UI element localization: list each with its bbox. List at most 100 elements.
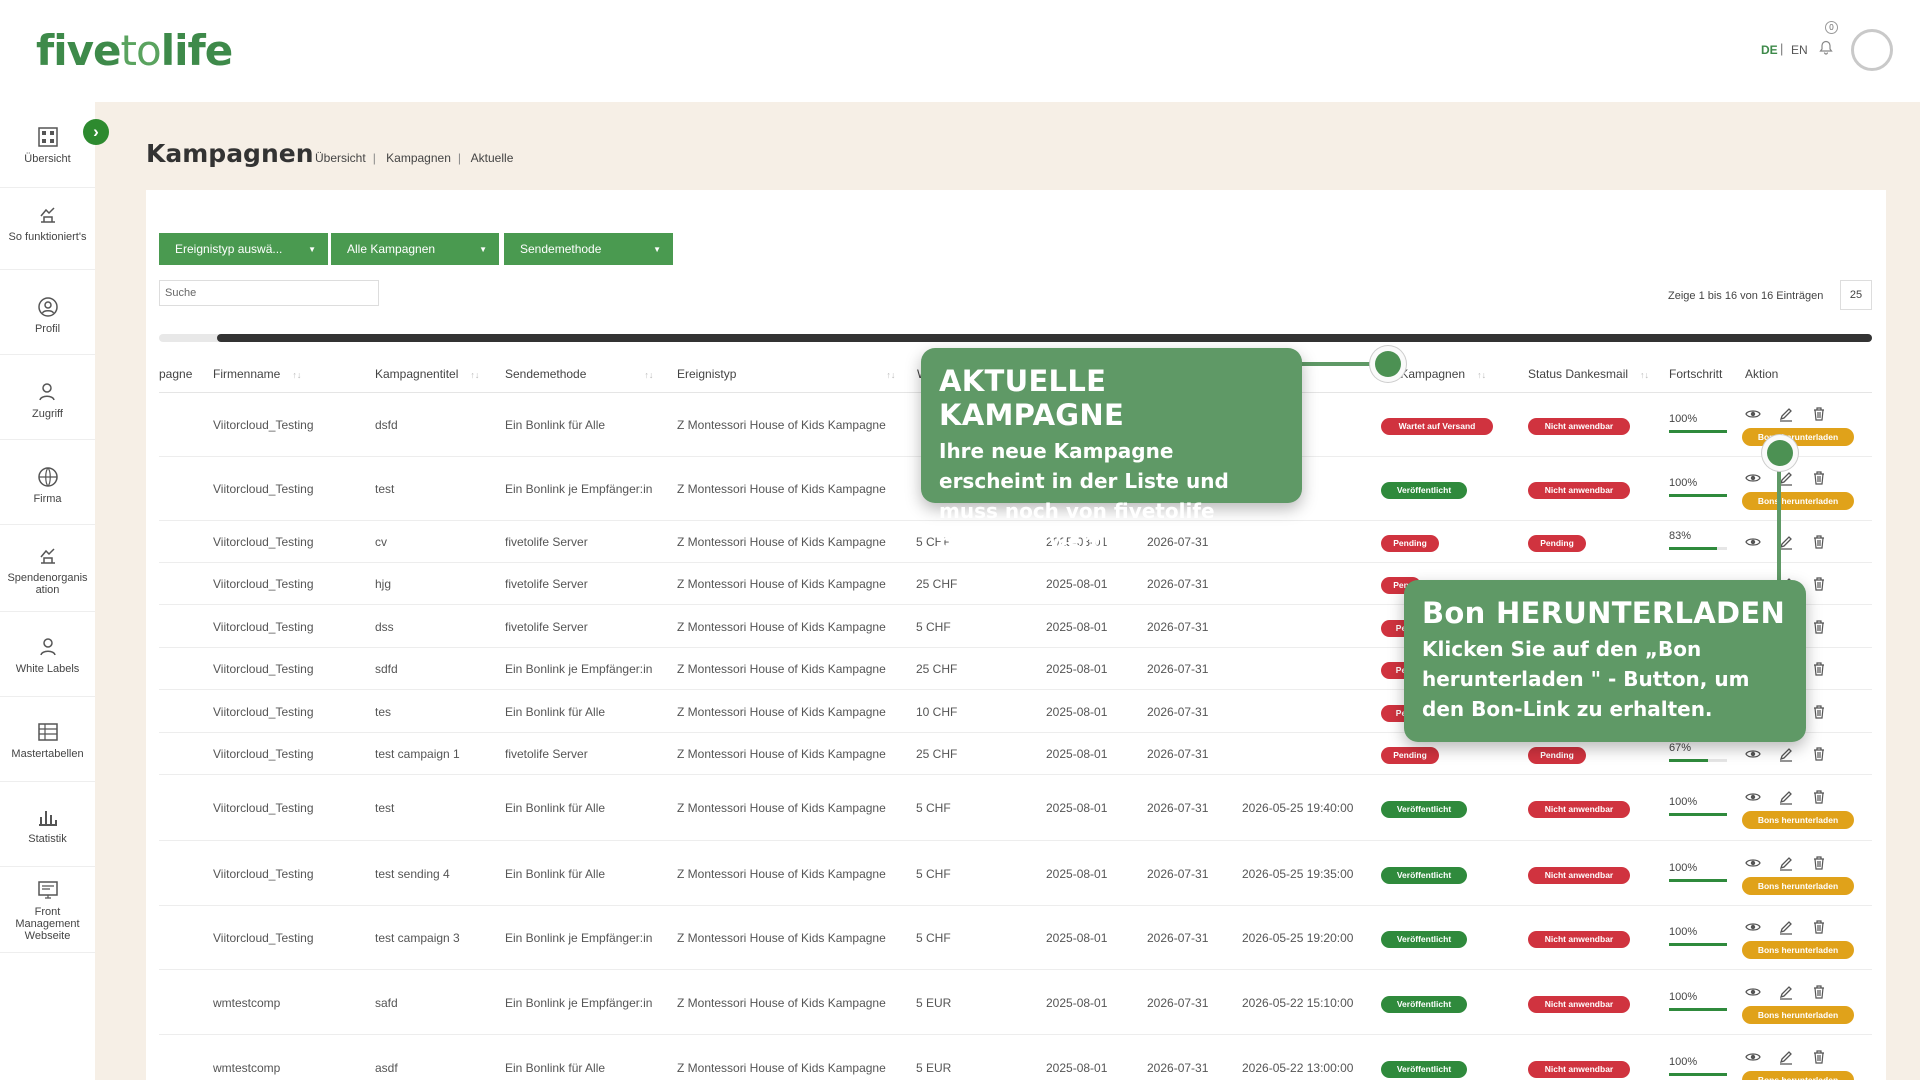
- eye-icon[interactable]: [1745, 919, 1761, 935]
- eye-icon[interactable]: [1745, 534, 1761, 550]
- trash-icon[interactable]: [1811, 661, 1827, 677]
- trash-icon[interactable]: [1811, 984, 1827, 1000]
- edit-icon[interactable]: [1778, 746, 1794, 762]
- download-bons-button[interactable]: Bons herunterladen: [1742, 1071, 1854, 1080]
- download-bons-button[interactable]: Bons herunterladen: [1742, 811, 1854, 829]
- user-avatar[interactable]: [1851, 29, 1893, 71]
- col-header[interactable]: Kampagnentitel ↑↓: [375, 367, 479, 381]
- trash-icon[interactable]: [1811, 919, 1827, 935]
- col-header[interactable]: Status Dankesmail ↑↓: [1528, 367, 1649, 381]
- caret-down-icon: ▼: [308, 245, 316, 254]
- cell-method: Ein Bonlink für Alle: [505, 418, 606, 432]
- col-header[interactable]: Sendemethode ↑↓: [505, 367, 653, 381]
- page-title: Kampagnen: [146, 139, 314, 168]
- download-bons-button[interactable]: Bons herunterladen: [1742, 877, 1854, 895]
- sidebar-item-firma[interactable]: Firma: [0, 440, 95, 525]
- cell-end: 2026-07-31: [1147, 996, 1209, 1010]
- sidebar-item-front-management[interactable]: Front Management Webseite: [0, 867, 95, 953]
- eye-icon[interactable]: [1745, 470, 1761, 486]
- website-icon: [37, 881, 58, 899]
- edit-icon[interactable]: [1778, 855, 1794, 871]
- sidebar-item-profil[interactable]: Profil: [0, 270, 95, 355]
- eye-icon[interactable]: [1745, 1049, 1761, 1065]
- cell-event: Z Montessori House of Kids Kampagne: [677, 418, 886, 432]
- breadcrumb-item[interactable]: Kampagnen: [386, 151, 451, 165]
- sidebar-item-zugriff[interactable]: Zugriff: [0, 355, 95, 440]
- trash-icon[interactable]: [1811, 855, 1827, 871]
- eye-icon[interactable]: [1745, 855, 1761, 871]
- cell-start: 2025-08-01: [1046, 996, 1108, 1010]
- cell-value: 5 CHF: [916, 867, 951, 881]
- scrollbar-thumb[interactable]: [217, 334, 1872, 342]
- table-row: Viitorcloud_Testing test sending 4 Ein Bon…: [159, 841, 1872, 906]
- trash-icon[interactable]: [1811, 406, 1827, 422]
- cell-firm: Viitorcloud_Testing: [213, 867, 314, 881]
- cell-start: 2025-08-01: [1046, 662, 1108, 676]
- col-header[interactable]: Fortschritt: [1669, 367, 1722, 381]
- sidebar-item-statistik[interactable]: Statistik: [0, 782, 95, 867]
- eye-icon[interactable]: [1745, 406, 1761, 422]
- eye-icon[interactable]: [1745, 984, 1761, 1000]
- eye-icon[interactable]: [1745, 789, 1761, 805]
- trash-icon[interactable]: [1811, 619, 1827, 635]
- brand-logo[interactable]: fivetolife: [36, 26, 233, 75]
- edit-icon[interactable]: [1778, 984, 1794, 1000]
- edit-icon-glyph: [1779, 748, 1792, 762]
- eye-icon[interactable]: [1745, 746, 1761, 762]
- cell-title: safd: [375, 996, 398, 1010]
- col-header[interactable]: Ereignistyp ↑↓: [677, 367, 895, 381]
- trash-icon[interactable]: [1811, 746, 1827, 762]
- eye-icon-glyph: [1745, 750, 1761, 758]
- cell-value: 10 CHF: [916, 705, 958, 719]
- col-header[interactable]: pagne: [159, 367, 192, 381]
- trash-icon-glyph: [1814, 856, 1824, 870]
- cell-method: Ein Bonlink für Alle: [505, 867, 606, 881]
- trash-icon[interactable]: [1811, 470, 1827, 486]
- bell-icon[interactable]: [1818, 40, 1834, 56]
- campaign-status-badge: Veröffentlicht: [1381, 801, 1467, 818]
- cell-sent: 2026-05-25 19:40:00: [1242, 801, 1354, 815]
- download-bons-button[interactable]: Bons herunterladen: [1742, 941, 1854, 959]
- sidebar-item-so-funktionierts[interactable]: So funktioniert's: [0, 188, 95, 270]
- campaign-status-badge: Pending: [1381, 535, 1439, 552]
- breadcrumb-item[interactable]: Übersicht: [315, 151, 366, 165]
- event-type-filter[interactable]: Ereignistyp auswä... ▼: [159, 233, 328, 265]
- breadcrumb-item[interactable]: Aktuelle: [471, 151, 514, 165]
- edit-icon[interactable]: [1778, 406, 1794, 422]
- language-de[interactable]: DE: [1761, 43, 1778, 57]
- callout-download-bon: Bon HERUNTERLADEN Klicken Sie auf den „B…: [1404, 580, 1806, 742]
- hand-icon: [39, 207, 55, 223]
- trash-icon-glyph: [1814, 535, 1824, 549]
- col-header[interactable]: Firmenname ↑↓: [213, 367, 301, 381]
- trash-icon[interactable]: [1811, 534, 1827, 550]
- language-en[interactable]: EN: [1791, 43, 1808, 57]
- thankyou-mail-status-badge: Pending: [1528, 535, 1586, 552]
- trash-icon[interactable]: [1811, 576, 1827, 592]
- edit-icon[interactable]: [1778, 1049, 1794, 1065]
- page-size-select[interactable]: 25: [1840, 280, 1872, 310]
- edit-icon[interactable]: [1778, 919, 1794, 935]
- trash-icon[interactable]: [1811, 704, 1827, 720]
- download-bons-button[interactable]: Bons herunterladen: [1742, 1006, 1854, 1024]
- entries-info: Zeige 1 bis 16 von 16 Einträgen: [1668, 290, 1824, 302]
- sidebar-toggle-button[interactable]: ›: [83, 119, 109, 145]
- sidebar-item-mastertabellen[interactable]: Mastertabellen: [0, 697, 95, 782]
- table-row: Viitorcloud_Testing test Ein Bonlink für A…: [159, 775, 1872, 841]
- col-label: Firmenname: [213, 367, 281, 381]
- search-input[interactable]: Suche: [159, 280, 379, 306]
- sidebar-item-uebersicht[interactable]: Übersicht: [0, 102, 95, 188]
- campaigns-filter[interactable]: Alle Kampagnen ▼: [331, 233, 499, 265]
- download-bons-button[interactable]: Bons herunterladen: [1742, 492, 1854, 510]
- download-bons-button[interactable]: Bons herunterladen: [1742, 428, 1854, 446]
- progress-label: 100%: [1669, 991, 1698, 1003]
- cell-title: test campaign 3: [375, 931, 460, 945]
- send-method-filter[interactable]: Sendemethode ▼: [504, 233, 673, 265]
- edit-icon[interactable]: [1778, 789, 1794, 805]
- table-row: wmtestcomp asdf Ein Bonlink für Alle Z Mont…: [159, 1035, 1872, 1080]
- sidebar-item-white-labels[interactable]: White Labels: [0, 612, 95, 697]
- sidebar-item-spendenorganisation[interactable]: Spendenorganisation: [0, 525, 95, 612]
- trash-icon[interactable]: [1811, 1049, 1827, 1065]
- sort-icon: ↑↓: [1640, 370, 1650, 380]
- trash-icon[interactable]: [1811, 789, 1827, 805]
- thankyou-mail-status-badge: Nicht anwendbar: [1528, 996, 1630, 1013]
